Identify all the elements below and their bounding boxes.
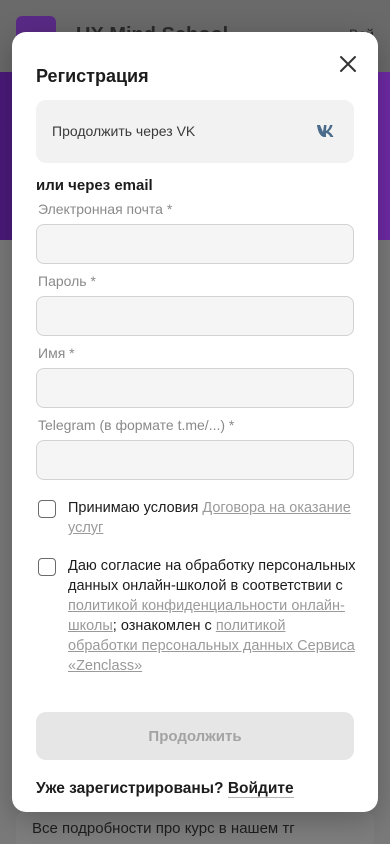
email-label: Электронная почта *	[38, 201, 173, 217]
vk-login-button[interactable]: Продолжить через VK	[36, 100, 354, 163]
vk-button-label: Продолжить через VK	[52, 123, 196, 139]
close-icon	[340, 56, 356, 72]
consent-prefix: Даю согласие на обработку персональных д…	[68, 558, 356, 594]
password-label: Пароль *	[38, 273, 96, 289]
continue-button[interactable]: Продолжить	[36, 712, 354, 760]
telegram-label: Telegram (в формате t.me/...) *	[38, 417, 235, 433]
email-field[interactable]	[36, 224, 354, 264]
consent-text: Даю согласие на обработку персональных д…	[68, 556, 358, 676]
terms-prefix: Принимаю условия	[68, 500, 203, 516]
telegram-field[interactable]	[36, 440, 354, 480]
already-prefix: Уже зарегистрированы?	[36, 780, 228, 797]
background-footer-text: Все подробности про курс в нашем тг	[32, 820, 295, 837]
login-link[interactable]: Войдите	[227, 780, 294, 798]
name-label: Имя *	[38, 345, 75, 361]
vk-icon	[317, 125, 334, 137]
already-registered: Уже зарегистрированы? Войдите	[36, 780, 294, 798]
close-button[interactable]	[336, 52, 360, 76]
or-email-label: или через email	[36, 177, 153, 194]
password-field[interactable]	[36, 296, 354, 336]
consent-middle: ; ознакомлен с	[112, 618, 216, 634]
consent-checkbox[interactable]	[38, 558, 56, 576]
terms-text: Принимаю условия Договора на оказание ус…	[68, 498, 358, 538]
registration-modal: Регистрация Продолжить через VK или чере…	[12, 32, 378, 812]
name-field[interactable]	[36, 368, 354, 408]
modal-title: Регистрация	[36, 66, 149, 86]
terms-checkbox[interactable]	[38, 500, 56, 518]
